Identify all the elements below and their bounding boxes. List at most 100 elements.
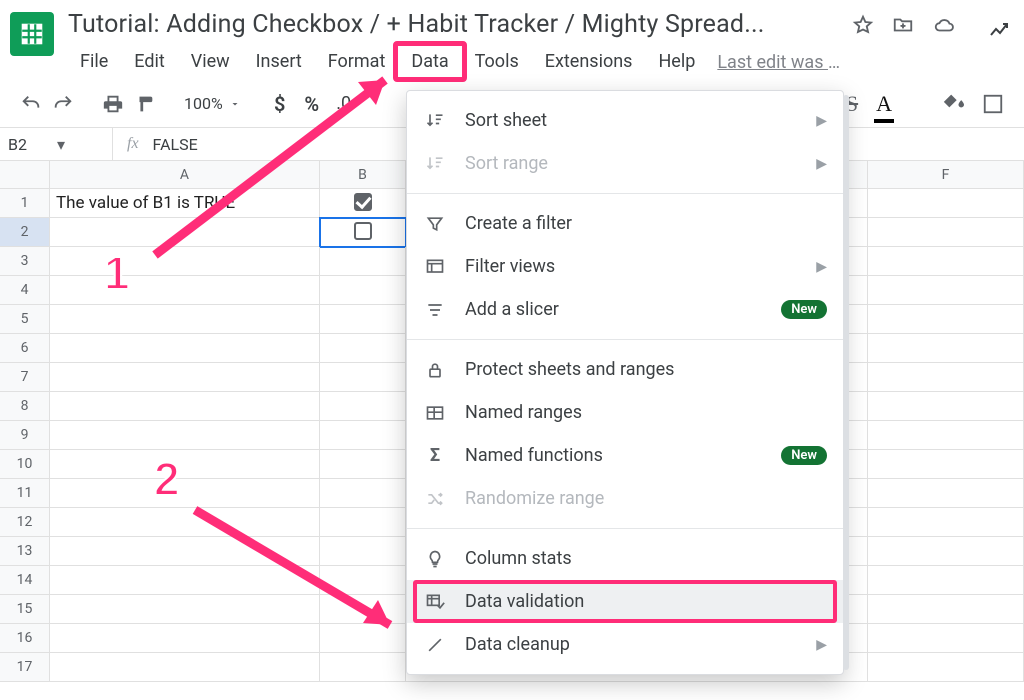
cell[interactable] bbox=[50, 624, 320, 653]
doc-title[interactable]: Tutorial: Adding Checkbox / + Habit Trac… bbox=[68, 8, 844, 41]
menu-insert[interactable]: Insert bbox=[244, 45, 314, 80]
cell[interactable] bbox=[50, 566, 320, 595]
cell[interactable] bbox=[868, 508, 1024, 537]
cell[interactable] bbox=[868, 653, 1024, 682]
col-header-B[interactable]: B bbox=[320, 161, 406, 188]
last-edit-link[interactable]: Last edit was second… bbox=[717, 52, 844, 73]
row-header[interactable]: 8 bbox=[0, 392, 50, 421]
cell-B1[interactable] bbox=[320, 189, 406, 218]
menu-data-cleanup[interactable]: Data cleanup ▶ bbox=[407, 623, 843, 666]
row-header[interactable]: 9 bbox=[0, 421, 50, 450]
row-header[interactable]: 13 bbox=[0, 537, 50, 566]
cell[interactable] bbox=[868, 566, 1024, 595]
row-header[interactable]: 17 bbox=[0, 653, 50, 682]
cell[interactable] bbox=[868, 218, 1024, 247]
row-header[interactable]: 5 bbox=[0, 305, 50, 334]
cell-A1[interactable]: The value of B1 is TRUE bbox=[50, 189, 320, 218]
checkbox-checked-icon[interactable] bbox=[354, 193, 372, 211]
row-header[interactable]: 10 bbox=[0, 450, 50, 479]
cell[interactable] bbox=[320, 450, 406, 479]
menu-edit[interactable]: Edit bbox=[122, 45, 176, 80]
menu-file[interactable]: File bbox=[68, 45, 120, 80]
cell[interactable] bbox=[50, 508, 320, 537]
cell[interactable] bbox=[868, 363, 1024, 392]
sheets-logo[interactable] bbox=[10, 12, 54, 56]
borders-icon[interactable] bbox=[982, 93, 1004, 115]
row-header[interactable]: 4 bbox=[0, 276, 50, 305]
menu-data-validation[interactable]: Data validation bbox=[407, 580, 843, 623]
cell[interactable] bbox=[320, 421, 406, 450]
menu-help[interactable]: Help bbox=[646, 45, 707, 80]
cell[interactable] bbox=[320, 392, 406, 421]
cell[interactable] bbox=[50, 247, 320, 276]
cell[interactable] bbox=[868, 334, 1024, 363]
cell[interactable] bbox=[320, 624, 406, 653]
print-icon[interactable] bbox=[102, 93, 124, 115]
star-icon[interactable] bbox=[852, 14, 874, 36]
cell[interactable] bbox=[868, 595, 1024, 624]
cell[interactable] bbox=[50, 276, 320, 305]
formula-bar[interactable]: FALSE bbox=[153, 135, 198, 154]
decimal-icon[interactable]: .0 bbox=[333, 93, 355, 115]
redo-icon[interactable] bbox=[52, 93, 74, 115]
cell[interactable] bbox=[320, 479, 406, 508]
cell[interactable] bbox=[50, 595, 320, 624]
row-header[interactable]: 14 bbox=[0, 566, 50, 595]
row-header[interactable]: 1 bbox=[0, 189, 50, 218]
cell[interactable] bbox=[320, 363, 406, 392]
cell[interactable] bbox=[868, 189, 1024, 218]
cell[interactable] bbox=[50, 479, 320, 508]
menu-format[interactable]: Format bbox=[316, 45, 398, 80]
cell[interactable] bbox=[50, 363, 320, 392]
zoom-select[interactable]: 100% bbox=[184, 94, 241, 113]
cell[interactable] bbox=[50, 450, 320, 479]
fill-color-icon[interactable] bbox=[942, 90, 964, 117]
percent-icon[interactable]: % bbox=[301, 93, 323, 115]
cell[interactable] bbox=[320, 305, 406, 334]
row-header[interactable]: 6 bbox=[0, 334, 50, 363]
row-header[interactable]: 7 bbox=[0, 363, 50, 392]
menu-scrollbar[interactable] bbox=[843, 95, 849, 670]
cell[interactable] bbox=[50, 537, 320, 566]
cell[interactable] bbox=[868, 276, 1024, 305]
cloud-icon[interactable] bbox=[932, 14, 956, 36]
checkbox-empty-icon[interactable] bbox=[354, 222, 372, 240]
cell-A2[interactable] bbox=[50, 218, 320, 247]
cell[interactable] bbox=[320, 247, 406, 276]
row-header[interactable]: 16 bbox=[0, 624, 50, 653]
row-header[interactable]: 11 bbox=[0, 479, 50, 508]
cell[interactable] bbox=[50, 421, 320, 450]
menu-tools[interactable]: Tools bbox=[463, 45, 531, 80]
cell[interactable] bbox=[868, 247, 1024, 276]
menu-add-slicer[interactable]: Add a slicer New bbox=[407, 288, 843, 331]
select-all-corner[interactable] bbox=[0, 161, 50, 188]
menu-view[interactable]: View bbox=[179, 45, 242, 80]
row-header[interactable]: 3 bbox=[0, 247, 50, 276]
row-header[interactable]: 15 bbox=[0, 595, 50, 624]
menu-named-ranges[interactable]: Named ranges bbox=[407, 391, 843, 434]
cell[interactable] bbox=[320, 653, 406, 682]
currency-icon[interactable]: $ bbox=[269, 93, 291, 115]
menu-named-functions[interactable]: Σ Named functions New bbox=[407, 434, 843, 477]
text-color-icon[interactable]: A bbox=[876, 91, 892, 117]
move-icon[interactable] bbox=[892, 14, 914, 36]
cell[interactable] bbox=[320, 276, 406, 305]
cell[interactable] bbox=[320, 566, 406, 595]
col-header-A[interactable]: A bbox=[50, 161, 320, 188]
undo-icon[interactable] bbox=[20, 93, 42, 115]
cell[interactable] bbox=[868, 305, 1024, 334]
cell[interactable] bbox=[320, 595, 406, 624]
menu-sort-sheet[interactable]: Sort sheet ▶ bbox=[407, 99, 843, 142]
cell[interactable] bbox=[868, 479, 1024, 508]
cell[interactable] bbox=[50, 305, 320, 334]
cell-B2[interactable] bbox=[320, 218, 406, 247]
paint-format-icon[interactable] bbox=[134, 93, 156, 115]
cell[interactable] bbox=[868, 537, 1024, 566]
menu-extensions[interactable]: Extensions bbox=[533, 45, 645, 80]
activity-icon[interactable] bbox=[986, 18, 1014, 46]
cell[interactable] bbox=[868, 392, 1024, 421]
cell[interactable] bbox=[868, 421, 1024, 450]
menu-protect[interactable]: Protect sheets and ranges bbox=[407, 348, 843, 391]
cell[interactable] bbox=[320, 537, 406, 566]
row-header[interactable]: 12 bbox=[0, 508, 50, 537]
